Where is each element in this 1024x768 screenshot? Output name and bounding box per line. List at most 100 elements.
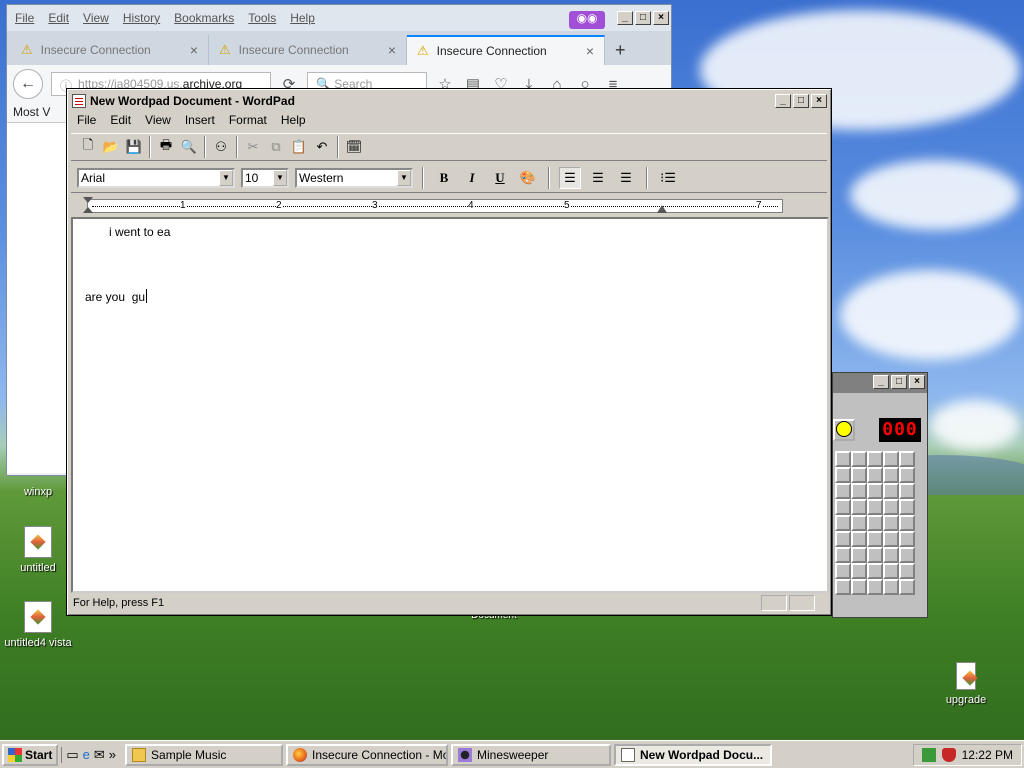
clock[interactable]: 12:22 PM	[962, 748, 1013, 762]
mine-cell[interactable]	[835, 563, 851, 579]
chevron-down-icon[interactable]: ▼	[397, 169, 411, 186]
font-name-select[interactable]: Arial ▼	[77, 167, 235, 188]
mine-cell[interactable]	[867, 563, 883, 579]
close-tab-icon[interactable]: ×	[190, 42, 198, 58]
font-size-select[interactable]: 10 ▼	[241, 167, 289, 188]
bullets-icon[interactable]: ⁝☰	[657, 166, 679, 189]
open-folder-icon[interactable]: 📂	[100, 136, 122, 158]
firefox-menu-history[interactable]: History	[123, 11, 160, 25]
firefox-menu-bookmarks[interactable]: Bookmarks	[174, 11, 234, 25]
mine-cell[interactable]	[851, 531, 867, 547]
align-right-icon[interactable]: ☰	[615, 166, 637, 189]
minimize-button[interactable]: _	[775, 94, 791, 108]
save-disk-icon[interactable]: 💾	[123, 136, 145, 158]
mine-cell[interactable]	[883, 531, 899, 547]
firefox-menu-help[interactable]: Help	[290, 11, 315, 25]
mine-cell[interactable]	[883, 547, 899, 563]
menu-help[interactable]: Help	[281, 113, 306, 131]
maximize-button[interactable]: □	[793, 94, 809, 108]
mine-cell[interactable]	[835, 499, 851, 515]
taskbar-item-sample-music[interactable]: Sample Music	[125, 743, 284, 766]
mine-cell[interactable]	[851, 547, 867, 563]
wordpad-app-icon[interactable]	[72, 94, 86, 108]
mine-cell[interactable]	[899, 467, 915, 483]
mine-cell[interactable]	[867, 483, 883, 499]
close-button[interactable]: ×	[811, 94, 827, 108]
more-chevron-icon[interactable]: »	[109, 747, 116, 763]
menu-edit[interactable]: Edit	[110, 113, 131, 131]
mine-cell[interactable]	[883, 499, 899, 515]
print-preview-icon[interactable]: 🔍	[178, 136, 200, 158]
mine-cell[interactable]	[851, 451, 867, 467]
document-area[interactable]: i went to ea are you gu	[71, 217, 829, 593]
bold-button[interactable]: B	[433, 166, 455, 189]
menu-insert[interactable]: Insert	[185, 113, 215, 131]
chevron-down-icon[interactable]: ▼	[219, 169, 233, 186]
firefox-menu-view[interactable]: View	[83, 11, 109, 25]
align-left-icon[interactable]: ☰	[559, 166, 581, 189]
internet-explorer-icon[interactable]: e	[83, 747, 90, 763]
mine-cell[interactable]	[899, 563, 915, 579]
mine-cell[interactable]	[835, 467, 851, 483]
firefox-menu-file[interactable]: File	[15, 11, 34, 25]
mine-cell[interactable]	[835, 451, 851, 467]
taskbar-item-minesweeper[interactable]: Minesweeper	[451, 743, 612, 766]
insert-datetime-icon[interactable]: 🗓	[343, 136, 365, 158]
maximize-button[interactable]: □	[635, 11, 651, 25]
mine-cell[interactable]	[835, 483, 851, 499]
mine-cell[interactable]	[867, 499, 883, 515]
chevron-down-icon[interactable]: ▼	[273, 169, 287, 186]
right-indent-marker[interactable]	[657, 205, 667, 213]
mine-cell[interactable]	[851, 499, 867, 515]
mine-cell[interactable]	[883, 483, 899, 499]
mine-cell[interactable]	[867, 579, 883, 595]
tab-insecure-connection-1[interactable]: ⚠ Insecure Connection ×	[11, 35, 209, 65]
mine-cell[interactable]	[899, 451, 915, 467]
copy-icon[interactable]: ⧉	[265, 136, 287, 158]
show-desktop-icon[interactable]: ▭	[66, 747, 78, 763]
script-select[interactable]: Western ▼	[295, 167, 413, 188]
mine-cell[interactable]	[867, 467, 883, 483]
mine-cell[interactable]	[867, 451, 883, 467]
ruler[interactable]: 1 2 3 4 5 7	[81, 195, 827, 217]
mine-cell[interactable]	[899, 579, 915, 595]
mine-cell[interactable]	[883, 563, 899, 579]
cut-icon[interactable]: ✂	[242, 136, 264, 158]
mine-cell[interactable]	[851, 483, 867, 499]
minimize-button[interactable]: _	[873, 375, 889, 389]
mine-cell[interactable]	[883, 579, 899, 595]
tab-insecure-connection-2[interactable]: ⚠ Insecure Connection ×	[209, 35, 407, 65]
mine-cell[interactable]	[899, 483, 915, 499]
mine-cell[interactable]	[835, 547, 851, 563]
new-document-icon[interactable]: 🗋	[77, 136, 99, 158]
most-visited-bookmark[interactable]: Most V	[13, 105, 50, 119]
mine-cell[interactable]	[867, 547, 883, 563]
undo-icon[interactable]: ↶	[311, 136, 333, 158]
firefox-menu-edit[interactable]: Edit	[48, 11, 69, 25]
new-tab-button[interactable]: +	[605, 35, 641, 65]
mine-cell[interactable]	[835, 515, 851, 531]
color-palette-icon[interactable]: 🎨	[517, 166, 539, 189]
minimize-button[interactable]: _	[617, 11, 633, 25]
menu-format[interactable]: Format	[229, 113, 267, 131]
mine-cell[interactable]	[835, 579, 851, 595]
mine-cell[interactable]	[883, 451, 899, 467]
mine-cell[interactable]	[851, 515, 867, 531]
hanging-indent-marker[interactable]	[83, 207, 93, 213]
firefox-menu-tools[interactable]: Tools	[248, 11, 276, 25]
menu-file[interactable]: File	[77, 113, 96, 131]
smiley-face-button[interactable]	[833, 419, 855, 441]
mine-cell[interactable]	[835, 531, 851, 547]
mine-cell[interactable]	[851, 467, 867, 483]
mine-cell[interactable]	[867, 515, 883, 531]
mine-cell[interactable]	[851, 579, 867, 595]
taskbar-item-wordpad[interactable]: New Wordpad Docu...	[614, 743, 773, 766]
close-tab-icon[interactable]: ×	[586, 43, 594, 59]
mine-cell[interactable]	[867, 531, 883, 547]
security-shield-icon[interactable]	[941, 747, 956, 762]
find-binoculars-icon[interactable]: ⚇	[210, 136, 232, 158]
tab-insecure-connection-3[interactable]: ⚠ Insecure Connection ×	[407, 35, 605, 65]
align-center-icon[interactable]: ☰	[587, 166, 609, 189]
desktop-icon-upgrade[interactable]: upgrade	[926, 662, 1006, 706]
mine-cell[interactable]	[899, 515, 915, 531]
